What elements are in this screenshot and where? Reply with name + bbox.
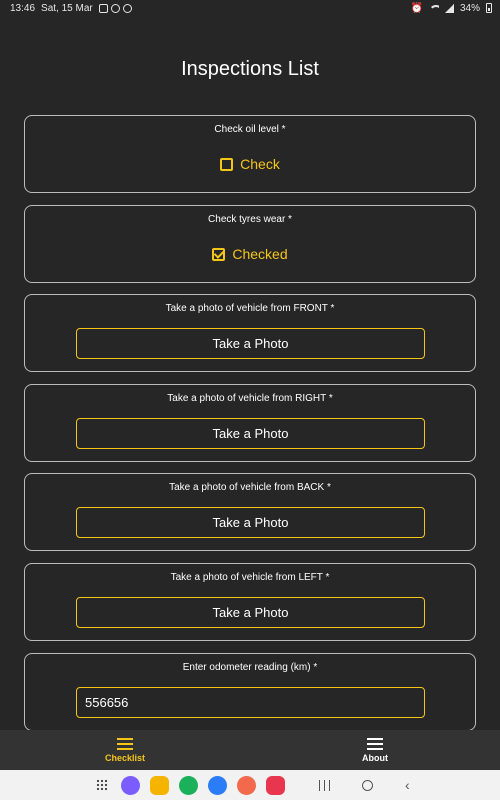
notification-settings-icon — [122, 3, 132, 13]
inspection-list[interactable]: Check oil level * Check Check tyres wear… — [24, 115, 476, 730]
right-photo-label: Take a photo of vehicle from RIGHT * — [167, 393, 333, 404]
tyres-wear-label: Check tyres wear * — [208, 214, 292, 225]
status-right: ⏰ 34% — [411, 3, 492, 14]
odometer-input[interactable] — [76, 687, 425, 718]
oil-level-checkbox[interactable] — [220, 157, 234, 171]
notification-check-icon — [98, 3, 108, 13]
app-drawer-icon[interactable] — [96, 779, 108, 791]
oil-level-checkbox-row[interactable]: Check — [25, 156, 475, 172]
front-photo-card: Take a photo of vehicle from FRONT * Tak… — [24, 294, 476, 372]
status-bar: 13:46 Sat, 15 Mar ⏰ 34% — [0, 0, 500, 16]
notification-icons — [98, 3, 132, 13]
left-photo-label: Take a photo of vehicle from LEFT * — [170, 572, 330, 583]
battery-percentage: 34% — [459, 2, 480, 14]
app-dock — [96, 775, 285, 795]
tyres-wear-card: Check tyres wear * Checked — [24, 205, 476, 283]
contacts-icon[interactable] — [237, 775, 256, 795]
status-time: 13:46 — [10, 2, 36, 14]
nav-about[interactable]: About — [250, 730, 500, 770]
system-taskbar: ‹ — [0, 770, 500, 800]
back-photo-label: Take a photo of vehicle from BACK * — [169, 482, 331, 493]
left-photo-card: Take a photo of vehicle from LEFT * Take… — [24, 563, 476, 641]
recent-apps-icon[interactable] — [319, 779, 330, 791]
screen-recorder-icon[interactable] — [266, 775, 285, 795]
notification-sync-icon — [110, 3, 120, 13]
front-take-photo-button[interactable]: Take a Photo — [76, 328, 425, 359]
nav-checklist-label: Checklist — [104, 752, 146, 763]
right-take-photo-button[interactable]: Take a Photo — [76, 418, 425, 449]
bottom-navigation: Checklist About — [0, 730, 500, 770]
tyres-wear-checkbox-label[interactable]: Checked — [232, 246, 287, 262]
wifi-icon — [428, 3, 439, 13]
list-icon — [117, 737, 133, 750]
status-date: Sat, 15 Mar — [41, 2, 93, 14]
galaxy-store-icon[interactable] — [121, 775, 140, 795]
oil-level-checkbox-label[interactable]: Check — [240, 156, 280, 172]
left-take-photo-button[interactable]: Take a Photo — [76, 597, 425, 628]
odometer-card: Enter odometer reading (km) * — [24, 653, 476, 730]
tyres-wear-checkbox[interactable] — [212, 247, 226, 261]
back-icon[interactable]: ‹ — [405, 777, 410, 793]
my-files-icon[interactable] — [150, 775, 169, 795]
odometer-label: Enter odometer reading (km) * — [182, 662, 318, 673]
status-left: 13:46 Sat, 15 Mar — [10, 3, 132, 14]
right-photo-card: Take a photo of vehicle from RIGHT * Tak… — [24, 384, 476, 462]
front-photo-label: Take a photo of vehicle from FRONT * — [165, 303, 335, 314]
menu-icon — [367, 737, 383, 750]
alarm-icon: ⏰ — [410, 2, 423, 14]
page-title: Inspections List — [181, 58, 319, 80]
battery-icon — [486, 3, 492, 13]
back-photo-card: Take a photo of vehicle from BACK * Take… — [24, 473, 476, 551]
nav-checklist[interactable]: Checklist — [0, 730, 250, 770]
system-navigation: ‹ — [319, 777, 410, 793]
oil-level-label: Check oil level * — [214, 124, 286, 135]
signal-icon — [444, 3, 454, 13]
call-app-icon[interactable] — [179, 775, 198, 795]
oil-level-card: Check oil level * Check — [24, 115, 476, 193]
tyres-wear-checkbox-row[interactable]: Checked — [25, 246, 475, 262]
back-take-photo-button[interactable]: Take a Photo — [76, 507, 425, 538]
home-icon[interactable] — [362, 779, 373, 791]
messages-icon[interactable] — [208, 775, 227, 795]
nav-about-label: About — [362, 752, 388, 763]
